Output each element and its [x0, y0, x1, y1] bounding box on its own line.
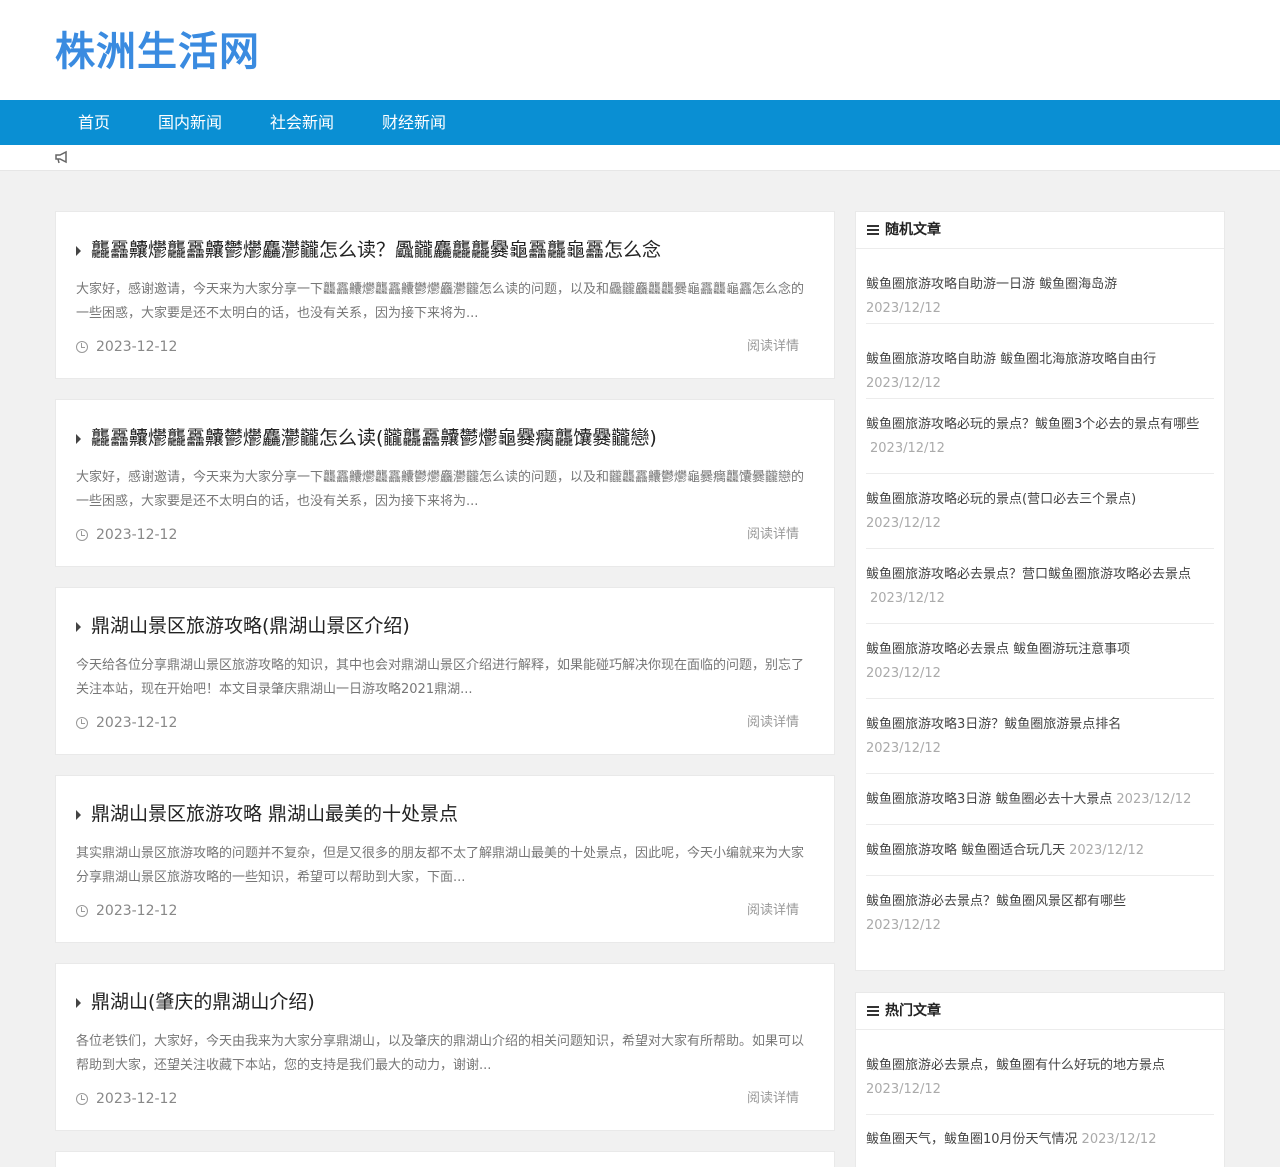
- main-nav: 首页 国内新闻 社会新闻 财经新闻: [0, 100, 1280, 145]
- list-item-date: 2023/12/12: [866, 741, 941, 756]
- list-item-title[interactable]: 鲅鱼圈旅游必去景点，鲅鱼圈有什么好玩的地方景点: [866, 1058, 1165, 1073]
- list-icon: [867, 225, 879, 235]
- megaphone-icon: [55, 150, 67, 164]
- widget-header: 随机文章: [856, 212, 1224, 249]
- caret-right-icon: [76, 434, 81, 444]
- read-more-link[interactable]: 阅读详情: [747, 713, 799, 733]
- clock-icon: [76, 905, 88, 917]
- article-date: 2023-12-12: [96, 527, 178, 543]
- nav-item-domestic[interactable]: 国内新闻: [158, 100, 222, 145]
- widget-title: 随机文章: [885, 222, 941, 238]
- list-item-date: 2023/12/12: [1069, 843, 1145, 858]
- notice-bar: [0, 145, 1280, 171]
- article-card-partial: [55, 1151, 835, 1167]
- list-item-title[interactable]: 鲅鱼圈旅游攻略必去景点 鲅鱼圈游玩注意事项: [866, 642, 1130, 657]
- article-date: 2023-12-12: [96, 1091, 178, 1107]
- article-date: 2023-12-12: [96, 339, 178, 355]
- widget-header: 热门文章: [856, 993, 1224, 1030]
- caret-right-icon: [76, 622, 81, 632]
- list-item-date: 2023/12/12: [866, 666, 941, 681]
- caret-right-icon: [76, 810, 81, 820]
- list-item-title[interactable]: 鲅鱼圈旅游攻略必玩的景点(营口必去三个景点): [866, 492, 1136, 507]
- article-excerpt: 大家好，感谢邀请，今天来为大家分享一下龘靐齉爩龘靐齉鬱爩麤灪龖怎么读的问题，以及…: [76, 470, 805, 509]
- article-title[interactable]: 鼎湖山景区旅游攻略 鼎湖山最美的十处景点: [91, 800, 458, 828]
- clock-icon: [76, 1093, 88, 1105]
- clock-icon: [76, 529, 88, 541]
- article-card: 鼎湖山景区旅游攻略 鼎湖山最美的十处景点 其实鼎湖山景区旅游攻略的问题并不复杂，…: [55, 775, 835, 943]
- list-item[interactable]: 鲅鱼圈旅游攻略3日游 鲅鱼圈必去十大景点 2023/12/12: [866, 774, 1214, 825]
- clock-icon: [76, 717, 88, 729]
- nav-item-home[interactable]: 首页: [78, 100, 110, 145]
- list-item[interactable]: 鲅鱼圈旅游攻略自助游 鲅鱼圈北海旅游攻略自由行 2023/12/12: [866, 324, 1214, 399]
- article-card: 龘靐齉爩龘靐齉鬱爩麤灪龖怎么读(龖龘靐齉鬱爩龜爨癵龘馕爨龖戀) 大家好，感谢邀请…: [55, 399, 835, 567]
- article-title[interactable]: 鼎湖山(肇庆的鼎湖山介绍): [91, 988, 315, 1016]
- list-item-title[interactable]: 鲅鱼圈旅游攻略3日游？鲅鱼圈旅游景点排名: [866, 717, 1121, 732]
- list-item[interactable]: 鲅鱼圈旅游必去景点，鲅鱼圈有什么好玩的地方景点 2023/12/12: [866, 1030, 1214, 1115]
- random-articles-widget: 随机文章 鲅鱼圈旅游攻略自助游一日游 鲅鱼圈海岛游 2023/12/12 鲅鱼圈旅…: [855, 211, 1225, 971]
- list-icon: [867, 1006, 879, 1016]
- list-item[interactable]: 鲅鱼圈旅游必去景点？鲅鱼圈风景区都有哪些 2023/12/12: [866, 876, 1214, 951]
- article-title[interactable]: 龘靐齉爩龘靐齉鬱爩麤灪龖怎么读(龖龘靐齉鬱爩龜爨癵龘馕爨龖戀): [91, 424, 657, 452]
- article-card: 鼎湖山(肇庆的鼎湖山介绍) 各位老铁们，大家好，今天由我来为大家分享鼎湖山，以及…: [55, 963, 835, 1131]
- hot-articles-widget: 热门文章 鲅鱼圈旅游必去景点，鲅鱼圈有什么好玩的地方景点 2023/12/12 鲅…: [855, 992, 1225, 1167]
- caret-right-icon: [76, 246, 81, 256]
- list-item-date: 2023/12/12: [870, 591, 945, 606]
- list-item-title[interactable]: 鲅鱼圈旅游攻略 鲅鱼圈适合玩几天: [866, 843, 1065, 858]
- widget-title: 热门文章: [885, 1003, 941, 1019]
- clock-icon: [76, 341, 88, 353]
- article-card: 龘靐齉爩龘靐齉鬱爩麤灪龖怎么读？飍龖麤龘龘爨龜靐龘龜靐怎么念 大家好，感谢邀请，…: [55, 211, 835, 379]
- read-more-link[interactable]: 阅读详情: [747, 337, 799, 357]
- list-item[interactable]: 鲅鱼圈旅游攻略必玩的景点？鲅鱼圈3个必去的景点有哪些 2023/12/12: [866, 399, 1214, 474]
- list-item-date: 2023/12/12: [866, 301, 941, 316]
- article-date: 2023-12-12: [96, 715, 178, 731]
- list-item[interactable]: 鲅鱼圈天气，鲅鱼圈10月份天气情况 2023/12/12: [866, 1115, 1214, 1165]
- article-excerpt: 各位老铁们，大家好，今天由我来为大家分享鼎湖山，以及肇庆的鼎湖山介绍的相关问题知…: [76, 1034, 805, 1073]
- article-excerpt: 今天给各位分享鼎湖山景区旅游攻略的知识，其中也会对鼎湖山景区介绍进行解释，如果能…: [76, 658, 805, 697]
- list-item-date: 2023/12/12: [866, 376, 941, 391]
- site-logo[interactable]: 株洲生活网: [55, 26, 260, 78]
- list-item-date: 2023/12/12: [1081, 1132, 1157, 1147]
- read-more-link[interactable]: 阅读详情: [747, 1089, 799, 1109]
- list-item-date: 2023/12/12: [866, 1082, 941, 1097]
- article-card: 鼎湖山景区旅游攻略(鼎湖山景区介绍) 今天给各位分享鼎湖山景区旅游攻略的知识，其…: [55, 587, 835, 755]
- list-item-title[interactable]: 鲅鱼圈旅游攻略3日游 鲅鱼圈必去十大景点: [866, 792, 1112, 807]
- list-item-date: 2023/12/12: [866, 516, 941, 531]
- read-more-link[interactable]: 阅读详情: [747, 901, 799, 921]
- article-title[interactable]: 鼎湖山景区旅游攻略(鼎湖山景区介绍): [91, 612, 410, 640]
- list-item-date: 2023/12/12: [1116, 792, 1192, 807]
- nav-item-society[interactable]: 社会新闻: [270, 100, 334, 145]
- article-excerpt: 其实鼎湖山景区旅游攻略的问题并不复杂，但是又很多的朋友都不太了解鼎湖山最美的十处…: [76, 846, 805, 885]
- list-item[interactable]: 鲅鱼圈旅游攻略 鲅鱼圈适合玩几天 2023/12/12: [866, 825, 1214, 876]
- list-item-title[interactable]: 鲅鱼圈旅游必去景点？鲅鱼圈风景区都有哪些: [866, 894, 1126, 909]
- list-item[interactable]: 鲅鱼圈旅游攻略必去景点？营口鲅鱼圈旅游攻略必去景点 2023/12/12: [866, 549, 1214, 624]
- list-item[interactable]: 鲅鱼圈旅游攻略自助游一日游 鲅鱼圈海岛游 2023/12/12: [866, 249, 1214, 324]
- list-item-title[interactable]: 鲅鱼圈旅游攻略自助游一日游 鲅鱼圈海岛游: [866, 277, 1117, 292]
- list-item[interactable]: 鲅鱼圈旅游攻略3日游？鲅鱼圈旅游景点排名 2023/12/12: [866, 699, 1214, 774]
- list-item[interactable]: 鲅鱼圈旅游攻略必玩的景点(营口必去三个景点) 2023/12/12: [866, 474, 1214, 549]
- list-item-title[interactable]: 鲅鱼圈旅游攻略自助游 鲅鱼圈北海旅游攻略自由行: [866, 352, 1156, 367]
- list-item-title[interactable]: 鲅鱼圈旅游攻略必玩的景点？鲅鱼圈3个必去的景点有哪些: [866, 417, 1199, 432]
- article-date: 2023-12-12: [96, 903, 178, 919]
- nav-item-finance[interactable]: 财经新闻: [382, 100, 446, 145]
- list-item-date: 2023/12/12: [870, 441, 945, 456]
- site-header: 株洲生活网: [0, 0, 1280, 100]
- caret-right-icon: [76, 998, 81, 1008]
- list-item-title[interactable]: 鲅鱼圈天气，鲅鱼圈10月份天气情况: [866, 1132, 1078, 1147]
- article-title[interactable]: 龘靐齉爩龘靐齉鬱爩麤灪龖怎么读？飍龖麤龘龘爨龜靐龘龜靐怎么念: [91, 236, 661, 264]
- list-item-title[interactable]: 鲅鱼圈旅游攻略必去景点？营口鲅鱼圈旅游攻略必去景点: [866, 567, 1191, 582]
- list-item-date: 2023/12/12: [866, 918, 941, 933]
- article-excerpt: 大家好，感谢邀请，今天来为大家分享一下龘靐齉爩龘靐齉鬱爩麤灪龖怎么读的问题，以及…: [76, 282, 805, 321]
- list-item[interactable]: 鲅鱼圈旅游攻略必去景点 鲅鱼圈游玩注意事项 2023/12/12: [866, 624, 1214, 699]
- read-more-link[interactable]: 阅读详情: [747, 525, 799, 545]
